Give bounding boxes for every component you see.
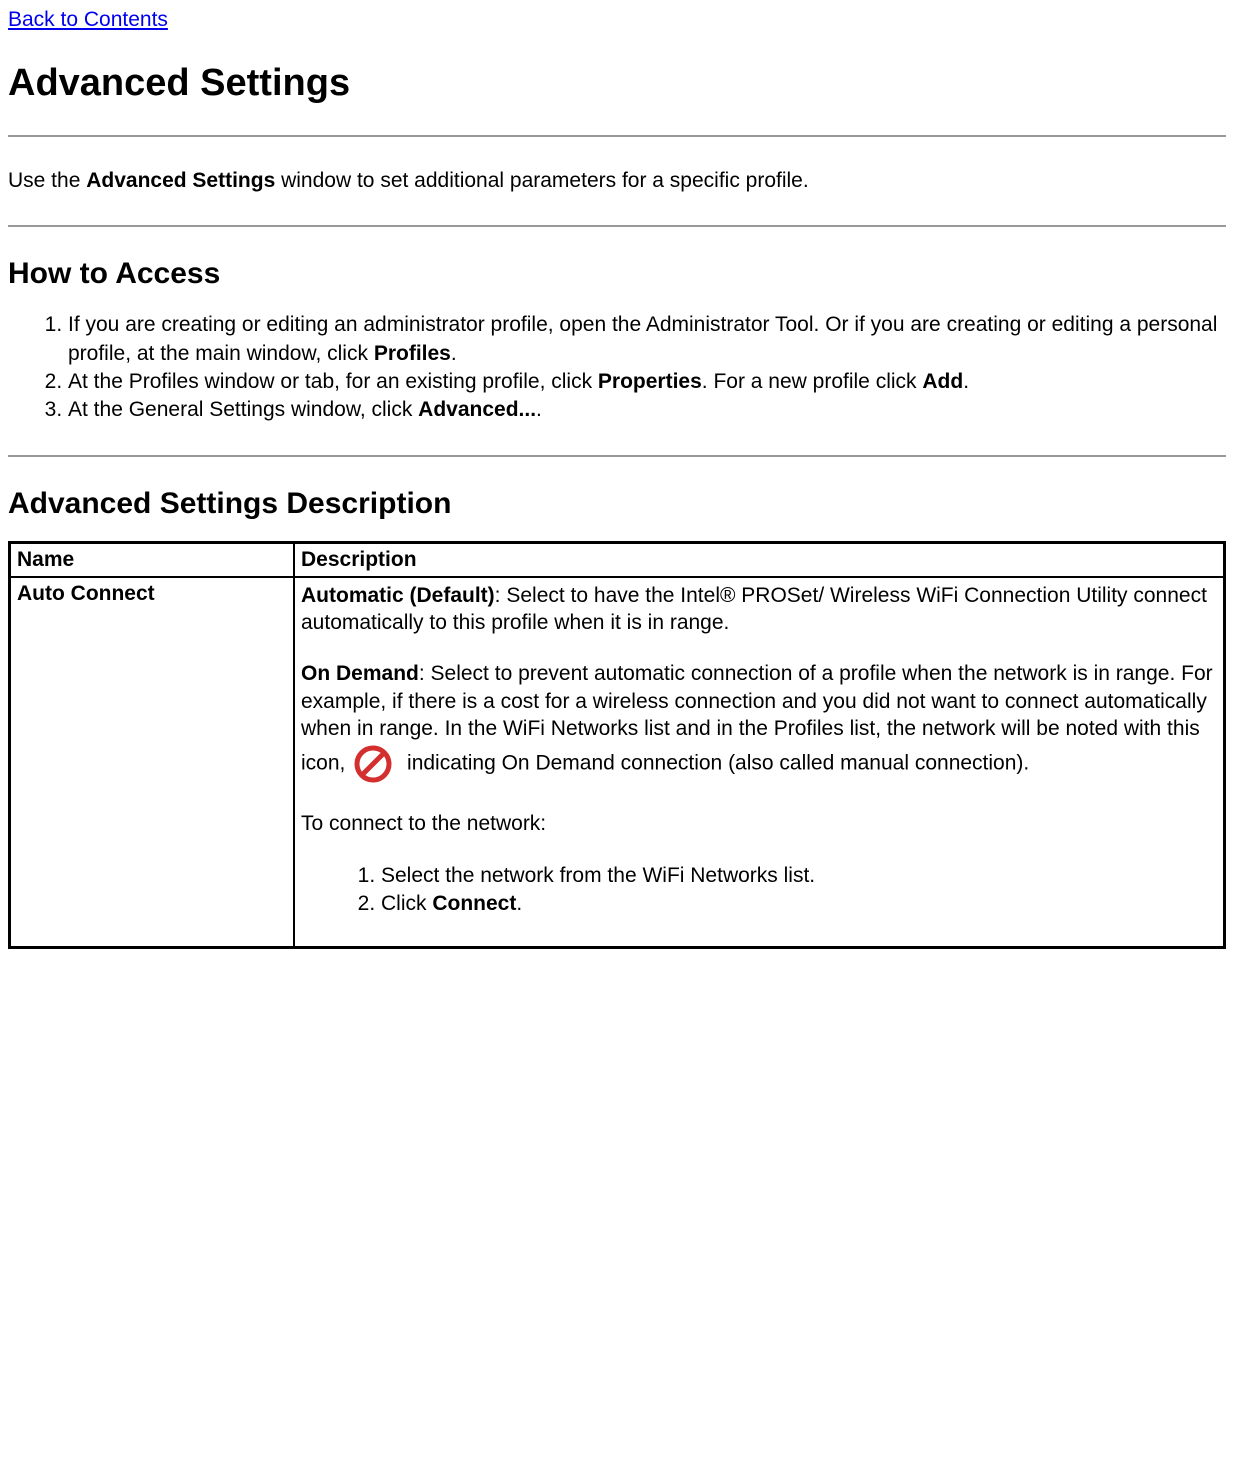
divider (8, 135, 1226, 137)
connect-step-item: Select the network from the WiFi Network… (381, 862, 1217, 890)
table-header-row: Name Description (10, 542, 1225, 577)
prohibit-icon (351, 742, 395, 786)
cell-name: Auto Connect (10, 577, 295, 948)
connect-step-item: Click Connect. (381, 890, 1217, 918)
step-item: At the Profiles window or tab, for an ex… (68, 368, 1226, 396)
th-description: Description (294, 542, 1225, 577)
divider (8, 225, 1226, 227)
table-row: Auto Connect Automatic (Default): Select… (10, 577, 1225, 948)
how-to-access-steps: If you are creating or editing an admini… (8, 311, 1226, 424)
how-to-access-heading: How to Access (8, 257, 1226, 291)
connect-intro: To connect to the network: (301, 810, 1217, 837)
step-item: If you are creating or editing an admini… (68, 311, 1226, 368)
auto-connect-ondemand: On Demand: Select to prevent automatic c… (301, 660, 1217, 786)
settings-table: Name Description Auto Connect Automatic … (8, 541, 1226, 949)
th-name: Name (10, 542, 295, 577)
page-title: Advanced Settings (8, 62, 1226, 105)
step-item: At the General Settings window, click Ad… (68, 396, 1226, 424)
cell-description: Automatic (Default): Select to have the … (294, 577, 1225, 948)
intro-paragraph: Use the Advanced Settings window to set … (8, 167, 1226, 195)
connect-steps: Select the network from the WiFi Network… (301, 862, 1217, 919)
divider (8, 455, 1226, 457)
back-to-contents-link[interactable]: Back to Contents (8, 8, 168, 31)
advanced-settings-description-heading: Advanced Settings Description (8, 487, 1226, 521)
auto-connect-automatic: Automatic (Default): Select to have the … (301, 582, 1217, 637)
